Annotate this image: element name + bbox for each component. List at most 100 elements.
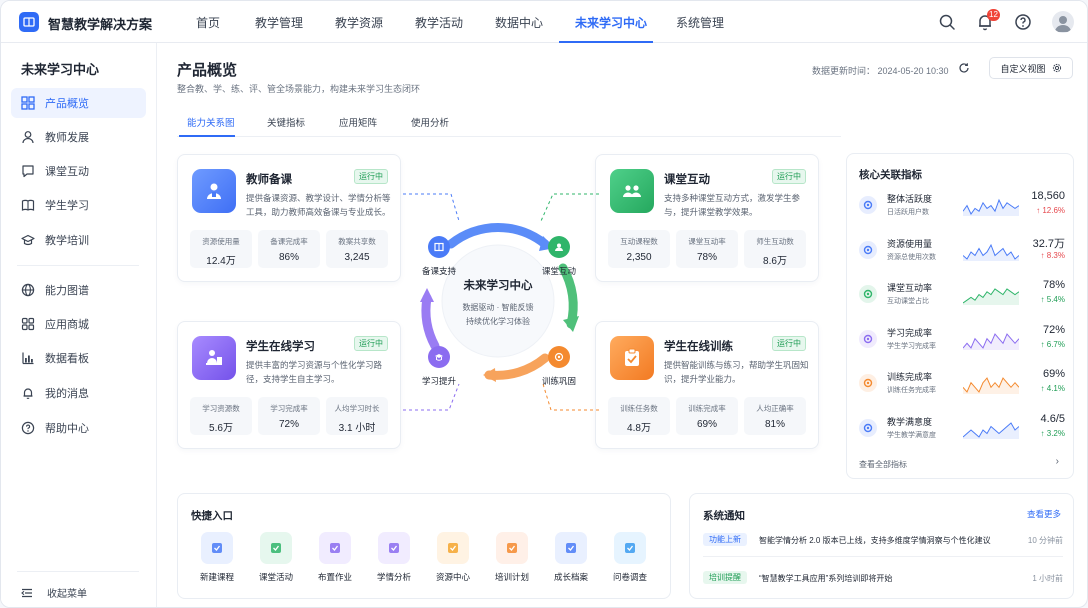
book-icon	[21, 199, 35, 211]
sidebar-item-teaching-training[interactable]: 教学培训	[11, 225, 146, 255]
stat-value: 8.6万	[763, 256, 787, 267]
quick-entry-title: 快捷入口	[191, 510, 233, 522]
stat-training-completion: 训练完成率 69%	[676, 397, 738, 435]
tab-active-indicator	[179, 135, 235, 137]
sidebar-item-data-dashboard[interactable]: 数据看板	[11, 343, 146, 373]
training-node-icon	[548, 346, 570, 368]
nav-teaching-activities[interactable]: 教学活动	[415, 14, 463, 31]
notification-badge: 12	[987, 9, 1000, 21]
search-icon[interactable]	[937, 12, 957, 32]
notice-row[interactable]: 培训提醒 “智慧教学工具应用”系列培训即将开始 1 小时前	[703, 568, 1063, 588]
folder-icon	[437, 532, 469, 564]
stat-resource-usage: 资源使用量 12.4万	[190, 230, 252, 268]
notice-row[interactable]: 功能上新 智能学情分析 2.0 版本已上线，支持多维度学情洞察与个性化建议 10…	[703, 530, 1063, 550]
notice-tag: 培训提醒	[703, 571, 747, 584]
training-icon	[859, 374, 877, 392]
card-title: 学生在线学习	[246, 341, 315, 353]
quick-entry-item[interactable]: 资源中心	[427, 532, 479, 583]
sidebar-item-help-center[interactable]: 帮助中心	[11, 413, 146, 443]
refresh-icon[interactable]	[958, 62, 970, 74]
quick-entry-item[interactable]: 新建课程	[191, 532, 243, 583]
metric-row[interactable]: 课堂互动率 互动课堂占比 78% ↑ 5.4%	[859, 279, 1065, 319]
custom-view-button[interactable]: 自定义视图	[989, 57, 1073, 79]
nav-teaching-management[interactable]: 教学管理	[255, 14, 303, 31]
metric-row[interactable]: 教学满意度 学生教学满意度 4.6/5 ↑ 3.2%	[859, 413, 1065, 453]
metric-name: 课堂互动率	[887, 283, 933, 293]
view-more-link[interactable]: 查看更多	[1027, 508, 1061, 520]
nav-active-indicator	[559, 41, 653, 43]
stat-value: 72%	[278, 419, 299, 430]
class-activity-icon	[260, 532, 292, 564]
card-description: 提供智能训练与练习，帮助学生巩固知识，提升学业能力。	[664, 360, 809, 384]
bell-icon	[23, 388, 33, 399]
sidebar-divider	[17, 265, 139, 266]
card-description: 提供备课资源、教学设计、学情分析等工具，助力教师高效备课与专业成长。	[246, 193, 391, 217]
card-student-online-learning[interactable]: 学生在线学习 运行中 提供丰富的学习资源与个性化学习路径，支持学生自主学习。 学…	[177, 321, 401, 449]
tab-application-matrix[interactable]: 应用矩阵	[339, 115, 377, 129]
stat-interactive-courses: 互动课程数 2,350	[608, 230, 670, 268]
nav-future-learning-center[interactable]: 未来学习中心	[575, 14, 647, 31]
stat-interaction-rate: 课堂互动率 78%	[676, 230, 738, 268]
sidebar-item-label: 我的消息	[45, 388, 89, 400]
card-description: 提供丰富的学习资源与个性化学习路径，支持学生自主学习。	[246, 360, 383, 384]
nav-home[interactable]: 首页	[196, 14, 220, 31]
view-all-metrics-link[interactable]: 查看全部指标	[859, 459, 907, 470]
metric-row[interactable]: 资源使用量 资源总使用次数 32.7万 ↑ 8.3%	[859, 235, 1065, 275]
resource-icon	[859, 240, 877, 259]
sparkline	[963, 421, 1019, 439]
stat-label: 备课完成率	[270, 237, 308, 246]
quick-entry-item[interactable]: 培训计划	[486, 532, 538, 583]
metric-value: 18,560	[1031, 190, 1065, 202]
sidebar-item-teacher-development[interactable]: 教师发展	[11, 122, 146, 152]
sidebar-item-app-store[interactable]: 应用商城	[11, 309, 146, 339]
nav-data-center[interactable]: 数据中心	[495, 14, 543, 31]
tab-key-indicators[interactable]: 关键指标	[267, 115, 305, 129]
quick-entry-panel: 快捷入口 新建课程 课堂活动 布置作业 学情分析 资源中心 培训计划 成长档案 问卷调查	[177, 493, 671, 599]
quick-entry-item[interactable]: 学情分析	[368, 532, 420, 583]
card-student-online-training[interactable]: 学生在线训练 运行中 提供智能训练与练习，帮助学生巩固知识，提升学业能力。 训练…	[595, 321, 819, 449]
stat-label: 人均正确率	[756, 404, 794, 413]
tab-capability-map[interactable]: 能力关系图	[187, 115, 235, 129]
metric-change: ↑ 12.6%	[1036, 206, 1065, 215]
quick-entry-item[interactable]: 问卷调查	[604, 532, 656, 583]
metric-name: 学习完成率	[887, 327, 933, 338]
metric-row[interactable]: 训练完成率 训练任务完成率 69% ↑ 4.1%	[859, 368, 1065, 408]
collapse-icon	[21, 588, 32, 597]
nav-system-management[interactable]: 系统管理	[676, 14, 724, 31]
tab-usage-analysis[interactable]: 使用分析	[411, 115, 449, 129]
status-badge: 运行中	[772, 169, 806, 184]
group-icon	[610, 169, 654, 213]
help-icon[interactable]	[1013, 12, 1033, 32]
data-update-time: 数据更新时间： 2024-05-20 10:30	[812, 66, 949, 76]
stat-label: 互动课程数	[620, 237, 658, 246]
chevron-right-icon[interactable]: ›	[1056, 456, 1059, 467]
sidebar-item-product-overview[interactable]: 产品概览	[11, 88, 146, 118]
sidebar-item-ability-map[interactable]: 能力图谱	[11, 275, 146, 305]
sidebar-item-classroom-interaction[interactable]: 课堂互动	[11, 156, 146, 186]
nav-teaching-resources[interactable]: 教学资源	[335, 14, 383, 31]
stat-preparation-rate: 备课完成率 86%	[258, 230, 320, 268]
metric-row[interactable]: 整体活跃度 日活跃用户数 18,560 ↑ 12.6%	[859, 190, 1065, 230]
help-icon	[21, 421, 35, 435]
analytics-icon	[378, 532, 410, 564]
top-navigation-bar: 智慧教学解决方案 首页 教学管理 教学资源 教学活动 数据中心 未来学习中心 系…	[1, 1, 1087, 43]
brand-name: 智慧教学解决方案	[48, 17, 153, 32]
metric-row[interactable]: 学习完成率 学生学习完成率 72% ↑ 6.7%	[859, 324, 1065, 364]
bar-chart-icon	[22, 352, 34, 365]
card-teacher-preparation[interactable]: 教师备课 运行中 提供备课资源、教学设计、学情分析等工具，助力教师高效备课与专业…	[177, 154, 401, 282]
collapse-menu-button[interactable]: 收起菜单	[21, 585, 87, 600]
quick-entry-item[interactable]: 成长档案	[545, 532, 597, 583]
status-badge: 运行中	[354, 169, 388, 184]
card-classroom-interaction[interactable]: 课堂互动 运行中 支持多种课堂互动方式，激发学生参与，提升课堂教学效果。 互动课…	[595, 154, 819, 282]
metric-change: ↑ 5.4%	[1040, 295, 1065, 304]
sidebar-item-student-learning[interactable]: 学生学习	[11, 190, 146, 220]
sidebar-item-label: 课堂互动	[45, 166, 89, 178]
stat-avg-learning-time: 人均学习时长 3.1 小时	[326, 397, 388, 435]
quick-entry-item[interactable]: 布置作业	[309, 532, 361, 583]
user-avatar[interactable]	[1052, 11, 1074, 33]
sidebar-item-my-messages[interactable]: 我的消息	[11, 378, 146, 408]
stat-label: 训练任务数	[620, 404, 658, 413]
quick-entry-item[interactable]: 课堂活动	[250, 532, 302, 583]
activity-icon	[859, 196, 877, 214]
metric-change: ↑ 6.7%	[1040, 339, 1065, 349]
